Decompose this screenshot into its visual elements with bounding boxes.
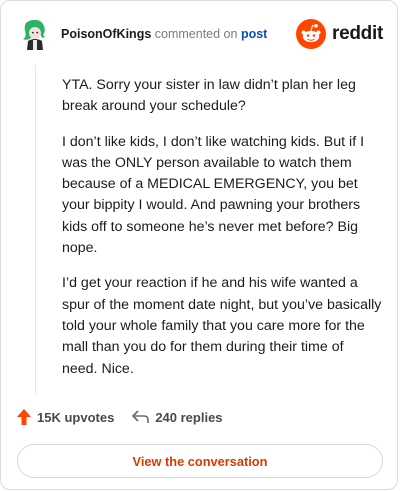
upvote-stat[interactable]: 15K upvotes	[17, 409, 114, 425]
comment-byline: PoisonOfKings commented on post	[61, 27, 267, 41]
upvote-arrow-icon	[17, 409, 31, 425]
reddit-wordmark: reddit	[332, 23, 383, 44]
username-link[interactable]: PoisonOfKings	[61, 27, 151, 41]
reddit-logo-icon	[296, 19, 327, 49]
user-avatar-icon[interactable]	[19, 17, 51, 51]
commented-on-text: commented on	[154, 27, 238, 41]
comment-header: PoisonOfKings commented on post reddit	[15, 17, 383, 53]
post-link[interactable]: post	[241, 27, 267, 41]
comment-card: PoisonOfKings commented on post reddit Y…	[0, 0, 398, 490]
comment-paragraph-1: YTA. Sorry your sister in law didn’t pla…	[62, 77, 356, 115]
reddit-brand[interactable]: reddit	[296, 17, 383, 51]
reply-stat[interactable]: 240 replies	[132, 409, 223, 425]
upvote-count: 15K upvotes	[37, 409, 115, 425]
comment-paragraph-2: I don’t like kids, I don’t like watching…	[62, 133, 365, 257]
comment-paragraph-3: I’d get your reaction if he and his wife…	[62, 275, 382, 377]
comment-stats: 15K upvotes 240 replies	[17, 409, 223, 425]
comment-body: YTA. Sorry your sister in law didn’t pla…	[62, 75, 382, 394]
reply-count: 240 replies	[155, 409, 223, 425]
view-conversation-label: View the conversation	[132, 453, 268, 469]
thread-line	[35, 65, 36, 395]
reply-arrow-icon	[132, 410, 150, 423]
view-conversation-button[interactable]: View the conversation	[17, 444, 383, 478]
